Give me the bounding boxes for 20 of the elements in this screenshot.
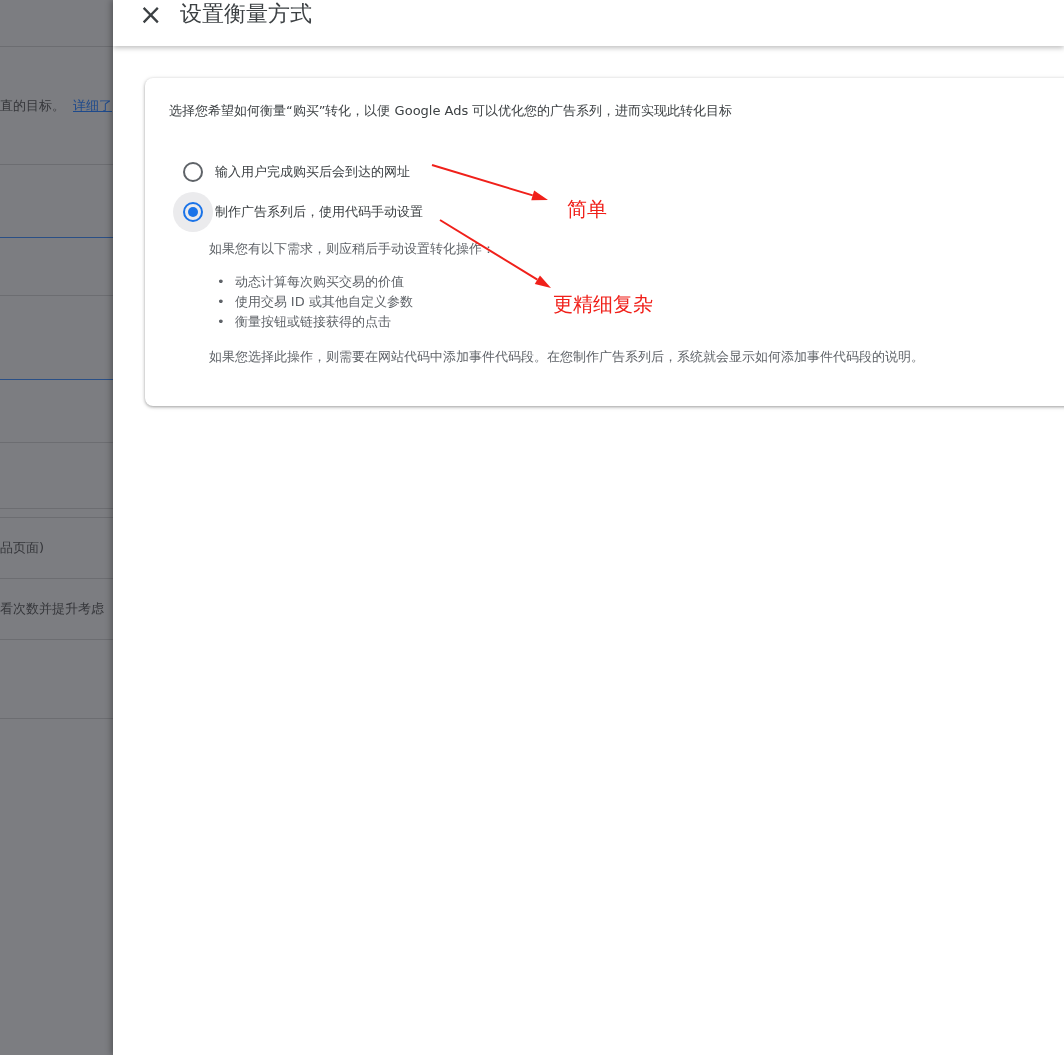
radio-button[interactable]: [183, 162, 203, 182]
details-text: 如果您有以下需求，则应稍后手动设置转化操作：: [209, 240, 496, 258]
bullet-item: 使用交易 ID 或其他自定义参数: [234, 293, 413, 311]
close-button[interactable]: ×: [135, 1, 167, 29]
radio-button[interactable]: [183, 202, 203, 222]
bullet-marker: •: [217, 273, 225, 291]
bullet-marker: •: [217, 293, 225, 311]
option-label: 输入用户完成购买后会到达的网址: [215, 163, 410, 181]
bullet-item: 动态计算每次购买交易的价值: [234, 273, 404, 291]
option-label: 制作广告系列后，使用代码手动设置: [215, 203, 423, 221]
backdrop-text: 看次数并提升考虑: [0, 600, 104, 618]
backdrop-text: 直的目标。: [0, 96, 65, 115]
annotation-text: 更精细复杂: [553, 291, 653, 318]
details-note: 如果您选择此操作，则需要在网站代码中添加事件代码段。在您制作广告系列后，系统就会显示如何添加事件代码段的说明。: [209, 348, 925, 366]
prompt-text: 选择您希望如何衡量“购买”转化，以便 Google Ads 可以优化您的广告系列，进而实现此转化目标: [169, 102, 734, 120]
panel-title: 设置衡量方式: [180, 0, 313, 28]
bullet-item: 衡量按钮或链接获得的点击: [234, 313, 391, 331]
bullet-marker: •: [217, 313, 225, 331]
annotation-text: 简单: [567, 196, 607, 223]
backdrop-text: 品页面): [0, 539, 45, 557]
